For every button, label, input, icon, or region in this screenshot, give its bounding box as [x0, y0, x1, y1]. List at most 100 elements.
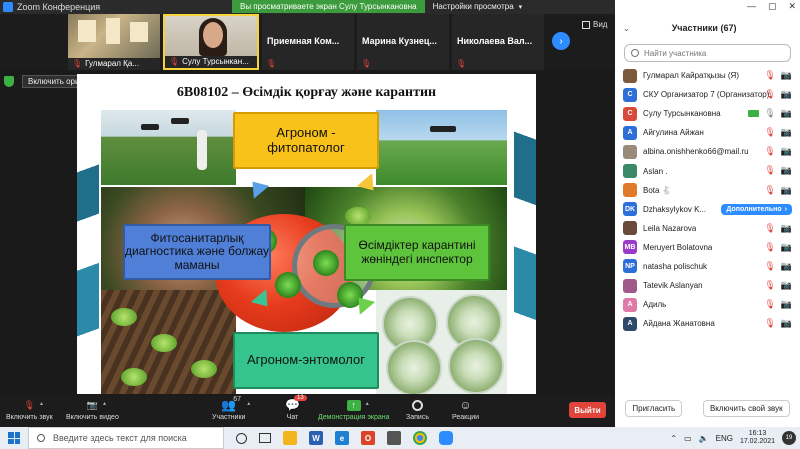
notification-badge[interactable]: 19: [782, 431, 796, 445]
chevron-down-icon: ▾: [518, 3, 523, 11]
language-indicator[interactable]: ENG: [716, 434, 733, 443]
minimize-button[interactable]: —: [747, 1, 756, 12]
video-tile[interactable]: Марина Кузнец... 🎙: [357, 14, 449, 70]
view-button[interactable]: Вид: [582, 20, 607, 29]
participant-status: 🎙 📷: [764, 127, 792, 138]
caret-up-icon: ▴: [103, 401, 107, 407]
avatar: [623, 221, 637, 236]
participant-row[interactable]: Гулмарал Кайратқызы (Я) 🎙 📷: [615, 66, 800, 85]
participant-row[interactable]: Leila Nazarova 🎙 📷: [615, 219, 800, 238]
share-screen-button[interactable]: ↑ ▴ Демонстрация экрана: [318, 397, 390, 421]
mic-off-icon: 🎙: [764, 146, 776, 157]
close-button[interactable]: ✕: [788, 1, 796, 12]
participant-row[interactable]: NP natasha polischuk 🎙 📷: [615, 257, 800, 276]
participant-search[interactable]: [624, 44, 791, 62]
participant-search-input[interactable]: [644, 48, 784, 58]
file-explorer-icon[interactable]: [283, 431, 297, 445]
chat-button[interactable]: 💬 13 Чат: [285, 395, 307, 421]
record-button[interactable]: Запись: [406, 397, 429, 421]
participant-row[interactable]: MB Meruyert Bolatovna 🎙 📷: [615, 238, 800, 257]
participant-row[interactable]: А Айгулина Айжан 🎙 📷: [615, 123, 800, 142]
tile-name: Гулмарал Қа...: [85, 59, 139, 68]
drone-photo: [376, 110, 507, 185]
mic-off-icon: 🎙: [169, 57, 180, 66]
collapse-icon[interactable]: ⌄: [623, 24, 630, 33]
participant-status: 🎙 📷: [764, 70, 792, 81]
participant-row[interactable]: DK Dzhaksylykov K... Дополнительно ›: [615, 200, 800, 219]
clock[interactable]: 16:13 17.02.2021: [740, 430, 775, 445]
participant-status: 🎙 📷: [764, 185, 792, 196]
participants-button[interactable]: 👥 67 ▴ Участники: [212, 396, 250, 421]
task-view-icon[interactable]: [259, 433, 271, 443]
avatar: [623, 183, 637, 198]
chevron-up-icon[interactable]: ⌃: [670, 434, 677, 443]
camera-off-icon: 📷: [780, 260, 792, 271]
camera-off-icon: 📷: [780, 184, 792, 195]
tile-name: Приемная Ком...: [267, 36, 340, 46]
participants-title: Участники (67): [671, 23, 737, 33]
participant-row[interactable]: Tatevik Aslanyan 🎙 📷: [615, 276, 800, 295]
video-tile-active[interactable]: 🎙 Сулу Турсынкан...: [163, 14, 259, 70]
participant-name: Bota 🐇: [643, 185, 672, 195]
reactions-button[interactable]: ☺ Реакции: [452, 397, 479, 421]
participant-row[interactable]: А Адиль 🎙 📷: [615, 295, 800, 314]
banner-message: Вы просматриваете экран Сулу Турсынканов…: [240, 2, 417, 11]
mic-off-icon: 🎙: [764, 280, 776, 291]
maximize-button[interactable]: ▢: [768, 1, 777, 12]
virus-image: [315, 252, 337, 274]
slide-title: 6В08102 – Өсімдік қорғау және карантин: [176, 85, 437, 100]
tile-name: Сулу Турсынкан...: [182, 57, 249, 66]
mic-icon: 🎙: [764, 108, 776, 119]
participant-name: Meruyert Bolatovna: [643, 242, 713, 252]
video-tile[interactable]: 🎙 Гулмарал Қа...: [68, 14, 160, 70]
unmute-self-button[interactable]: Включить свой звук: [702, 400, 790, 417]
video-tile[interactable]: Приемная Ком... 🎙: [262, 14, 354, 70]
caret-up-icon: ▴: [40, 401, 44, 407]
mic-off-icon: 🎙: [72, 59, 83, 68]
window-title: Zoom Конференция: [17, 2, 101, 12]
store-icon[interactable]: [387, 431, 401, 445]
participant-row[interactable]: albina.onishhenko66@mail.ru 🎙 📷: [615, 142, 800, 161]
word-icon[interactable]: W: [309, 431, 323, 445]
view-options-button[interactable]: Настройки просмотра ▾: [424, 0, 529, 13]
participant-name: Айдана Жанатовна: [643, 319, 715, 329]
zoom-taskbar-icon[interactable]: [439, 431, 453, 445]
taskbar-search-placeholder: Введите здесь текст для поиска: [53, 433, 187, 443]
participant-status: 🎙 📷: [764, 299, 792, 310]
participant-row[interactable]: Bota 🐇 🎙 📷: [615, 181, 800, 200]
chevron-right-icon: ›: [559, 35, 563, 47]
participant-status: 🎙 📷: [764, 242, 792, 253]
camera-off-icon: 📷: [780, 165, 792, 176]
more-button[interactable]: Дополнительно ›: [721, 203, 792, 215]
mic-off-icon: 🎙: [361, 59, 372, 68]
avatar: [623, 164, 637, 179]
next-page-button[interactable]: ›: [552, 32, 570, 50]
participant-row[interactable]: С СКУ Организатор 7 (Организатор) 🎙 📷: [615, 85, 800, 104]
network-icon[interactable]: ▭: [684, 434, 692, 443]
lettuce-photo: [101, 290, 236, 394]
invite-button[interactable]: Пригласить: [625, 400, 683, 417]
mic-off-icon: 🎙: [23, 399, 36, 410]
participant-row[interactable]: С Сулу Турсынкановна 🎙 📷: [615, 104, 800, 123]
edge-icon[interactable]: e: [335, 431, 349, 445]
cortana-icon[interactable]: [236, 432, 247, 444]
leave-button[interactable]: Выйти: [569, 402, 606, 418]
avatar: А: [623, 297, 637, 312]
participant-row[interactable]: А Айдана Жанатовна 🎙 📷: [615, 314, 800, 333]
avatar: [623, 278, 637, 293]
chrome-icon[interactable]: [413, 431, 427, 445]
participant-status: 🎙 📷: [764, 146, 792, 157]
start-button[interactable]: [0, 427, 28, 449]
tile-name: Николаева Вал...: [457, 36, 533, 46]
start-video-button[interactable]: 📷 ▴ Включить видео: [66, 397, 119, 422]
camera-off-icon: 📷: [780, 70, 792, 80]
unmute-button[interactable]: 🎙 ▴ Включить звук: [6, 397, 53, 422]
avatar: С: [623, 87, 637, 102]
office-icon[interactable]: O: [361, 431, 375, 445]
mic-off-icon: 🎙: [266, 59, 277, 68]
petri-dish-photo: [376, 290, 507, 394]
volume-icon[interactable]: 🔈: [699, 434, 709, 443]
participant-row[interactable]: Aslan . 🎙 📷: [615, 161, 800, 180]
taskbar-search[interactable]: Введите здесь текст для поиска: [28, 427, 224, 449]
video-tile[interactable]: Николаева Вал... 🎙: [452, 14, 544, 70]
